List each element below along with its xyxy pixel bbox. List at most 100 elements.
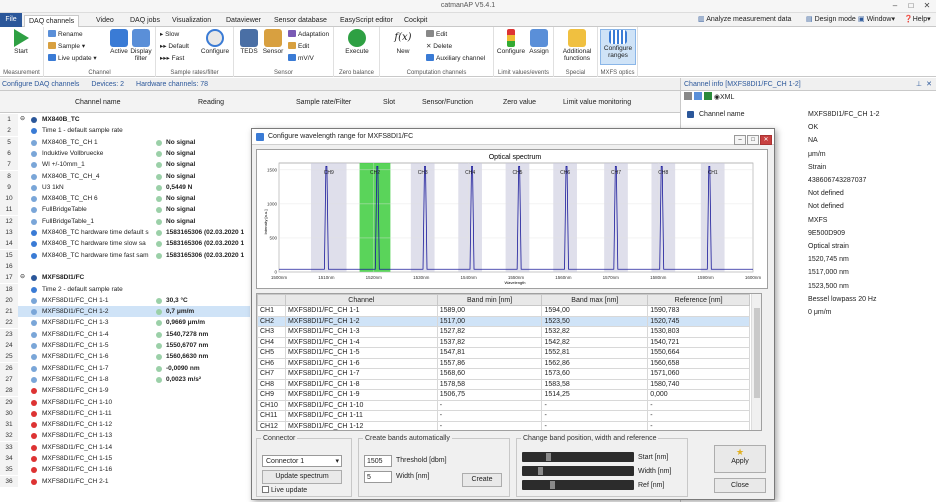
- col-sensor-function[interactable]: Sensor/Function: [422, 99, 473, 106]
- apply-button[interactable]: ★ Apply: [714, 445, 766, 473]
- tab-daq-channels[interactable]: DAQ channels: [24, 15, 80, 27]
- col-channel[interactable]: Channel: [284, 294, 438, 306]
- start-slider[interactable]: [522, 452, 634, 462]
- channel-row[interactable]: 34 MXFS8DI1/FC_CH 1-15: [0, 453, 250, 464]
- channel-row[interactable]: 15 MX840B_TC hardware time fast sam 158316…: [0, 249, 250, 261]
- tab-cockpit[interactable]: Cockpit: [400, 15, 431, 27]
- channel-row[interactable]: 18 Time 2 - default sample rate: [0, 283, 250, 295]
- band-reference[interactable]: 1590,783: [647, 305, 750, 317]
- execute-button[interactable]: Execute: [340, 29, 374, 55]
- channel-row[interactable]: 36 MXFS8DI1/FC_CH 2-1: [0, 475, 250, 487]
- additional-functions-button[interactable]: Additional functions: [558, 29, 596, 62]
- band-max[interactable]: 1583,58: [541, 378, 649, 390]
- width-slider-knob[interactable]: [538, 467, 543, 475]
- delete-computation-button[interactable]: ✕ Delete: [426, 42, 452, 52]
- teds-button[interactable]: TEDS: [236, 29, 262, 55]
- band-row[interactable]: CH12 MXFS8DI1/FC_CH 1-12- - -: [257, 420, 750, 430]
- adaptation-button[interactable]: Adaptation: [288, 30, 329, 40]
- optical-spectrum-chart[interactable]: Optical spectrum Wavelength Intensity [a…: [256, 149, 768, 289]
- channel-row[interactable]: 9 U3 1kN 0,5449 N: [0, 181, 250, 193]
- band-max[interactable]: -: [541, 410, 649, 422]
- start-slider-knob[interactable]: [546, 453, 551, 461]
- band-reference[interactable]: -: [647, 420, 750, 430]
- threshold-input[interactable]: 1505: [364, 455, 392, 467]
- channel-row[interactable]: 10 MX840B_TC_CH 6 No signal: [0, 193, 250, 205]
- band-max[interactable]: -: [541, 420, 649, 430]
- default-button[interactable]: ▸▸ Default: [160, 42, 189, 52]
- copy-icon[interactable]: [684, 92, 692, 100]
- band-row[interactable]: CH10 MXFS8DI1/FC_CH 1-10- - -: [257, 399, 750, 411]
- band-reference[interactable]: 1560,658: [647, 357, 750, 369]
- minimize-button[interactable]: –: [888, 1, 902, 11]
- band-max[interactable]: 1542,82: [541, 336, 649, 348]
- device-row[interactable]: 17 ⊖ MXFS8DI1/FC: [0, 272, 250, 284]
- device-row[interactable]: 1 ⊖ MX840B_TC: [0, 114, 250, 125]
- close-button[interactable]: Close: [714, 478, 766, 493]
- live-update-checkbox[interactable]: Live update: [262, 486, 307, 494]
- new-computation-button[interactable]: f(x) New: [386, 29, 420, 55]
- channel-row[interactable]: 2 Time 1 - default sample rate: [0, 125, 250, 137]
- collapse-icon[interactable]: ⊖: [20, 272, 25, 283]
- dialog-maximize-button[interactable]: □: [747, 135, 759, 145]
- tab-daq-jobs[interactable]: DAQ jobs: [126, 15, 164, 27]
- export-icon[interactable]: [693, 92, 702, 100]
- connector-select[interactable]: Connector 1 ▾: [262, 455, 342, 467]
- band-row[interactable]: CH6 MXFS8DI1/FC_CH 1-6 1557,86 1562,86 1560,…: [257, 357, 750, 369]
- pin-icon[interactable]: ⊥: [916, 78, 922, 91]
- band-min[interactable]: 1527,82: [436, 326, 543, 338]
- band-row[interactable]: CH5 MXFS8DI1/FC_CH 1-5 1547,81 1552,81 1550,…: [257, 347, 750, 359]
- auxiliary-channel-button[interactable]: Auxiliary channel: [426, 54, 485, 64]
- band-reference[interactable]: 1550,664: [647, 347, 750, 359]
- col-sample-rate[interactable]: Sample rate/Filter: [296, 99, 351, 106]
- band-reference[interactable]: 1530,803: [647, 326, 750, 338]
- channel-row[interactable]: 6 Induktive Vollbruecke No signal: [0, 147, 250, 159]
- band-max[interactable]: 1562,86: [541, 357, 649, 369]
- channel-row[interactable]: 11 FullBridgeTable No signal: [0, 204, 250, 216]
- tab-video[interactable]: Video: [92, 15, 118, 27]
- width-slider[interactable]: [522, 466, 634, 476]
- channel-row[interactable]: 21 MXFS8DI1/FC_CH 1-2 0,7 μm/m: [0, 306, 250, 318]
- design-menu[interactable]: ▤ Design mode: [806, 15, 856, 23]
- ref-slider[interactable]: [522, 480, 634, 490]
- col-limit-monitoring[interactable]: Limit value monitoring: [563, 99, 631, 106]
- start-button[interactable]: Start: [4, 29, 38, 55]
- channel-row[interactable]: 31 MXFS8DI1/FC_CH 1-12: [0, 419, 250, 431]
- close-panel-icon[interactable]: ✕: [926, 78, 932, 91]
- band-row[interactable]: CH3 MXFS8DI1/FC_CH 1-3 1527,82 1532,82 1530,…: [257, 326, 750, 338]
- band-min[interactable]: 1517,00: [436, 315, 543, 327]
- tab-easyscript-editor[interactable]: EasyScript editor: [336, 15, 397, 27]
- table-scrollbar[interactable]: [751, 294, 761, 430]
- mvv-button[interactable]: mV/V: [288, 54, 314, 64]
- band-reference[interactable]: -: [647, 410, 750, 422]
- band-reference[interactable]: 1520,745: [647, 315, 750, 327]
- band-row[interactable]: CH4 MXFS8DI1/FC_CH 1-4 1537,82 1542,82 1540,…: [257, 336, 750, 348]
- channel-row[interactable]: 27 MXFS8DI1/FC_CH 1-8 0,0023 m/s²: [0, 373, 250, 385]
- col-reading[interactable]: Reading: [198, 99, 224, 106]
- channel-row[interactable]: 33 MXFS8DI1/FC_CH 1-14: [0, 441, 250, 453]
- tab-dataviewer[interactable]: Dataviewer: [222, 15, 265, 27]
- sample-button[interactable]: Sample ▾: [48, 42, 85, 52]
- band-row[interactable]: CH11 MXFS8DI1/FC_CH 1-11- - -: [257, 410, 750, 422]
- close-window-button[interactable]: ✕: [920, 1, 934, 11]
- channel-row[interactable]: 20 MXFS8DI1/FC_CH 1-1 30,3 °C: [0, 294, 250, 306]
- channel-row[interactable]: 5 MX840B_TC_CH 1 No signal: [0, 136, 250, 148]
- configure-ranges-button[interactable]: Configure ranges: [600, 29, 636, 65]
- band-min[interactable]: -: [436, 410, 543, 422]
- width-input[interactable]: 5: [364, 471, 392, 483]
- channel-row[interactable]: 13 MX840B_TC hardware time default s 15831…: [0, 227, 250, 238]
- window-menu[interactable]: ▣ Window▾: [858, 15, 895, 23]
- band-min[interactable]: 1568,60: [436, 368, 543, 380]
- col-band-min[interactable]: Band min [nm]: [436, 294, 543, 306]
- band-row[interactable]: CH8 MXFS8DI1/FC_CH 1-8 1578,58 1583,58 1580,…: [257, 378, 750, 390]
- col-slot[interactable]: Slot: [383, 99, 395, 106]
- xml-button[interactable]: ◉XML: [714, 94, 735, 101]
- live-update-button[interactable]: Live update ▾: [48, 54, 97, 64]
- excel-icon[interactable]: [703, 92, 712, 100]
- tab-sensor-database[interactable]: Sensor database: [270, 15, 331, 27]
- ref-slider-knob[interactable]: [550, 481, 555, 489]
- band-reference[interactable]: 0,000: [647, 389, 750, 401]
- band-min[interactable]: 1589,00: [436, 305, 543, 317]
- band-min[interactable]: 1578,58: [436, 378, 543, 390]
- collapse-icon[interactable]: ⊖: [20, 114, 25, 125]
- scrollbar-thumb[interactable]: [754, 308, 760, 398]
